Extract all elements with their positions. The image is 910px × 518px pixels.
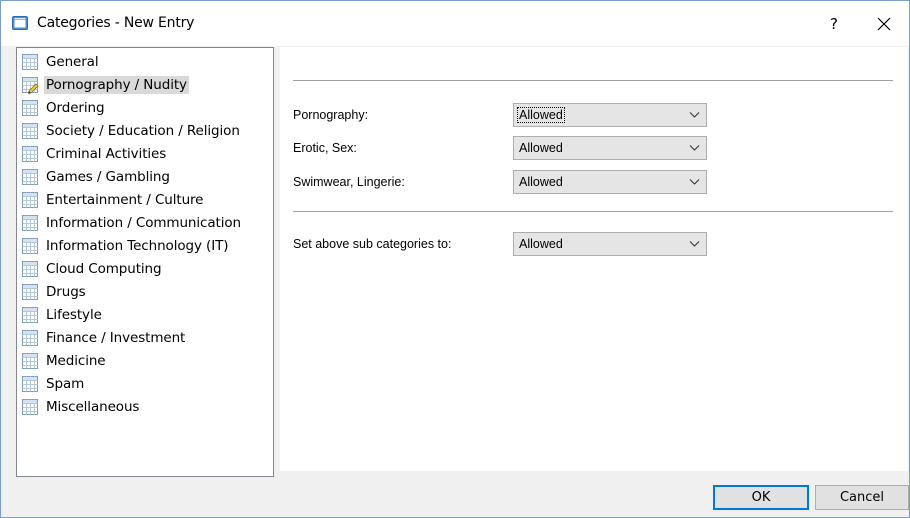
grid-icon bbox=[22, 192, 38, 208]
tree-item-label: Drugs bbox=[46, 284, 86, 300]
tree-item[interactable]: Miscellaneous bbox=[21, 396, 141, 418]
grid-icon bbox=[22, 146, 38, 162]
chevron-down-icon bbox=[689, 241, 700, 247]
tree-item-label: Cloud Computing bbox=[46, 261, 162, 277]
tree-item-label: Society / Education / Religion bbox=[46, 123, 240, 139]
tree-item-label: Lifestyle bbox=[46, 307, 102, 323]
category-tree[interactable]: General Pornography / Nudity Ordering Socie… bbox=[16, 47, 274, 477]
tree-item-label: Criminal Activities bbox=[46, 146, 167, 162]
tree-item[interactable]: Medicine bbox=[21, 350, 108, 372]
grid-icon bbox=[22, 307, 38, 323]
tree-item[interactable]: Lifestyle bbox=[21, 304, 104, 326]
tree-item-label: Ordering bbox=[46, 100, 105, 116]
close-button[interactable] bbox=[861, 1, 907, 46]
tree-item[interactable]: Pornography / Nudity bbox=[21, 74, 189, 96]
set-all-select-value: Allowed bbox=[519, 237, 563, 251]
swimwear-lingerie-select[interactable]: Allowed bbox=[513, 170, 707, 194]
grid-icon bbox=[22, 330, 38, 346]
tree-item-label: General bbox=[46, 54, 99, 70]
tree-item-label: Information / Communication bbox=[46, 215, 241, 231]
close-icon bbox=[877, 17, 891, 30]
grid-icon bbox=[22, 284, 38, 300]
tree-item[interactable]: Spam bbox=[21, 373, 86, 395]
tree-item[interactable]: Cloud Computing bbox=[21, 258, 164, 280]
dialog-window: Categories - New Entry ? General Pornogra… bbox=[0, 0, 910, 518]
separator-top bbox=[293, 80, 893, 81]
tree-item-label: Entertainment / Culture bbox=[46, 192, 204, 208]
set-all-select[interactable]: Allowed bbox=[513, 232, 707, 256]
chevron-down-icon bbox=[689, 112, 700, 118]
tree-item[interactable]: General bbox=[21, 51, 101, 73]
tree-item[interactable]: Drugs bbox=[21, 281, 88, 303]
help-button[interactable]: ? bbox=[811, 1, 857, 46]
grid-icon bbox=[22, 215, 38, 231]
grid-edit-icon bbox=[22, 77, 39, 94]
tree-item[interactable]: Information Technology (IT) bbox=[21, 235, 230, 257]
pornography-select-value: Allowed bbox=[517, 107, 565, 123]
title-bar[interactable]: Categories - New Entry ? bbox=[1, 1, 909, 46]
grid-icon bbox=[22, 399, 38, 415]
tree-item[interactable]: Entertainment / Culture bbox=[21, 189, 205, 211]
erotic-sex-select[interactable]: Allowed bbox=[513, 136, 707, 160]
tree-item[interactable]: Finance / Investment bbox=[21, 327, 187, 349]
grid-icon bbox=[22, 353, 38, 369]
set-all-label: Set above sub categories to: bbox=[293, 237, 452, 251]
grid-icon bbox=[22, 123, 38, 139]
erotic-sex-select-value: Allowed bbox=[519, 141, 563, 155]
grid-icon bbox=[22, 376, 38, 392]
swimwear-lingerie-label: Swimwear, Lingerie: bbox=[293, 175, 405, 189]
subcategory-panel: Pornography: Allowed Erotic, Sex: Allowe… bbox=[280, 47, 908, 471]
tree-item-label: Games / Gambling bbox=[46, 169, 170, 185]
tree-item[interactable]: Criminal Activities bbox=[21, 143, 168, 165]
grid-icon bbox=[22, 54, 38, 70]
grid-icon bbox=[22, 261, 38, 277]
tree-item[interactable]: Ordering bbox=[21, 97, 106, 119]
swimwear-lingerie-select-value: Allowed bbox=[519, 175, 563, 189]
cancel-button[interactable]: Cancel bbox=[815, 485, 909, 510]
chevron-down-icon bbox=[689, 145, 700, 151]
erotic-sex-label: Erotic, Sex: bbox=[293, 141, 357, 155]
tree-item-label: Information Technology (IT) bbox=[46, 238, 229, 254]
tree-item-label: Miscellaneous bbox=[46, 399, 140, 415]
window-title: Categories - New Entry bbox=[37, 15, 195, 31]
tree-item-label: Finance / Investment bbox=[46, 330, 186, 346]
tree-item[interactable]: Games / Gambling bbox=[21, 166, 172, 188]
tree-item[interactable]: Society / Education / Religion bbox=[21, 120, 242, 142]
tree-item-label: Spam bbox=[46, 376, 85, 392]
grid-icon bbox=[22, 238, 38, 254]
app-window-icon bbox=[12, 16, 28, 30]
separator-middle bbox=[293, 211, 893, 212]
pornography-select[interactable]: Allowed bbox=[513, 103, 707, 127]
tree-item-label: Pornography / Nudity bbox=[44, 76, 189, 94]
tree-item-label: Medicine bbox=[46, 353, 106, 369]
ok-button[interactable]: OK bbox=[713, 485, 809, 510]
pornography-label: Pornography: bbox=[293, 108, 369, 122]
tree-item[interactable]: Information / Communication bbox=[21, 212, 243, 234]
grid-icon bbox=[22, 100, 38, 116]
chevron-down-icon bbox=[689, 179, 700, 185]
grid-icon bbox=[22, 169, 38, 185]
